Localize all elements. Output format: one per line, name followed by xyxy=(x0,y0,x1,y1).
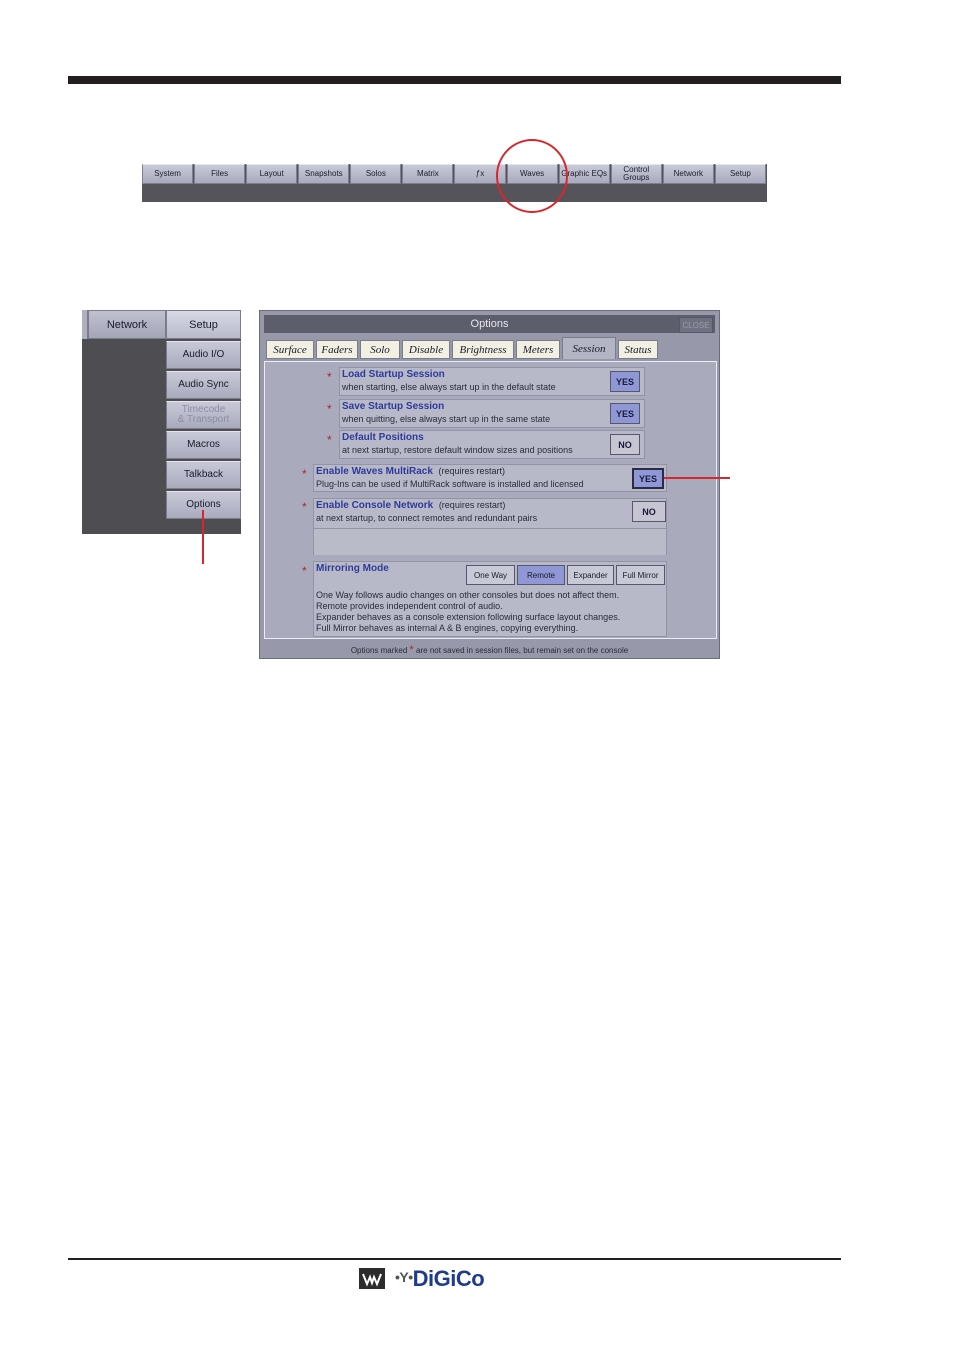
save-startup-toggle[interactable]: YES xyxy=(610,403,640,424)
tab-faders[interactable]: Faders xyxy=(316,340,358,359)
console-network-subtitle: at next startup, to connect remotes and … xyxy=(316,513,538,523)
options-footer: Options marked * are not saved in sessio… xyxy=(264,643,715,657)
audio-io-button[interactable]: Audio I/O xyxy=(166,341,241,369)
mirroring-full-mirror-button[interactable]: Full Mirror xyxy=(616,565,665,585)
menu-setup[interactable]: Setup xyxy=(714,164,766,184)
save-startup-subtitle: when quitting, else always start up in t… xyxy=(342,414,551,424)
session-options-body: * Load Startup Session when starting, el… xyxy=(264,361,717,639)
main-menu-bar: System Files Layout Snapshots Solos Matrix ƒx W… xyxy=(142,164,767,202)
restart-star-icon: * xyxy=(327,402,332,416)
tab-status[interactable]: Status xyxy=(618,340,658,359)
mirroring-remote-button[interactable]: Remote xyxy=(517,565,565,585)
callout-line-options xyxy=(202,510,204,564)
default-positions-subtitle: at next startup, restore default window … xyxy=(342,445,573,455)
tab-meters[interactable]: Meters xyxy=(516,340,560,359)
mirroring-mode-row: Mirroring Mode One Way Remote Expander F… xyxy=(313,561,667,637)
close-button[interactable]: CLOSE xyxy=(679,317,713,333)
setup-panel: Network Setup Audio I/O Audio Sync Timec… xyxy=(82,310,241,534)
highlight-circle xyxy=(496,139,568,213)
timecode-transport-button: Timecode & Transport xyxy=(166,401,241,429)
menu-files[interactable]: Files xyxy=(194,164,246,184)
mirroring-desc-line: Remote provides independent control of a… xyxy=(316,601,503,611)
console-network-row: Enable Console Network (requires restart… xyxy=(313,498,667,555)
page-footer-rule xyxy=(68,1258,841,1260)
load-startup-toggle[interactable]: YES xyxy=(610,371,640,392)
mirroring-expander-button[interactable]: Expander xyxy=(567,565,614,585)
waves-multirack-subtitle: Plug-Ins can be used if MultiRack softwa… xyxy=(316,479,584,489)
digico-logo: •Y•DiGiCo xyxy=(395,1266,485,1291)
restart-star-icon: * xyxy=(302,467,307,481)
options-window: Options CLOSE Surface Faders Solo Disabl… xyxy=(259,310,720,659)
menu-snapshots[interactable]: Snapshots xyxy=(298,164,350,184)
macros-button[interactable]: Macros xyxy=(166,431,241,459)
load-startup-row: Load Startup Session when starting, else… xyxy=(339,367,645,396)
footer-text-after: are not saved in session files, but rema… xyxy=(416,645,629,655)
mirroring-desc-line: Expander behaves as a console extension … xyxy=(316,612,621,622)
default-positions-row: Default Positions at next startup, resto… xyxy=(339,430,645,459)
restart-star-icon: * xyxy=(302,564,307,578)
tab-surface[interactable]: Surface xyxy=(266,340,314,359)
options-tabs: Surface Faders Solo Disable Brightness M… xyxy=(266,337,660,360)
options-title: Options xyxy=(470,318,509,330)
load-startup-subtitle: when starting, else always start up in t… xyxy=(342,382,556,392)
mirroring-one-way-button[interactable]: One Way xyxy=(466,565,515,585)
talkback-button[interactable]: Talkback xyxy=(166,461,241,489)
waves-multirack-note: (requires restart) xyxy=(438,466,505,476)
mirroring-desc-line: One Way follows audio changes on other c… xyxy=(316,590,620,600)
waves-logo-icon xyxy=(359,1268,385,1289)
audio-sync-button[interactable]: Audio Sync xyxy=(166,371,241,399)
footer-text-before: Options marked xyxy=(350,645,408,655)
save-startup-title: Save Startup Session xyxy=(342,401,445,412)
menu-system[interactable]: System xyxy=(142,164,194,184)
menu-solos[interactable]: Solos xyxy=(350,164,402,184)
mirroring-desc-line: Full Mirror behaves as internal A & B en… xyxy=(316,623,579,633)
menu-network[interactable]: Network xyxy=(662,164,714,184)
menu-matrix[interactable]: Matrix xyxy=(402,164,454,184)
page-header-rule xyxy=(68,76,841,84)
waves-multirack-title: Enable Waves MultiRack (requires restart… xyxy=(316,466,505,477)
restart-star-icon: * xyxy=(327,370,332,384)
tab-solo[interactable]: Solo xyxy=(360,340,400,359)
restart-star-icon: * xyxy=(327,433,332,447)
callout-line-multirack xyxy=(664,477,730,479)
console-network-note: (requires restart) xyxy=(438,500,506,510)
footer-star-icon: * xyxy=(409,644,414,656)
tab-session[interactable]: Session xyxy=(562,337,616,359)
restart-star-icon: * xyxy=(302,500,307,514)
console-network-toggle[interactable]: NO xyxy=(632,501,666,522)
console-network-title: Enable Console Network (requires restart… xyxy=(316,500,506,511)
default-positions-toggle[interactable]: NO xyxy=(610,434,640,455)
waves-multirack-row: Enable Waves MultiRack (requires restart… xyxy=(313,464,667,492)
waves-multirack-toggle[interactable]: YES xyxy=(632,468,664,489)
tab-brightness[interactable]: Brightness xyxy=(452,340,514,359)
digico-emblem-icon: •Y• xyxy=(395,1269,413,1285)
setup-button[interactable]: Setup xyxy=(166,310,241,339)
default-positions-title: Default Positions xyxy=(342,432,424,443)
mirroring-mode-title: Mirroring Mode xyxy=(316,563,389,574)
options-titlebar: Options CLOSE xyxy=(264,315,715,333)
save-startup-row: Save Startup Session when quitting, else… xyxy=(339,399,645,428)
menu-control-groups[interactable]: Control Groups xyxy=(610,164,662,184)
console-network-detail-area xyxy=(314,528,666,555)
tab-disable[interactable]: Disable xyxy=(402,340,450,359)
load-startup-title: Load Startup Session xyxy=(342,369,445,380)
menu-layout[interactable]: Layout xyxy=(246,164,298,184)
network-button[interactable]: Network xyxy=(88,310,166,339)
